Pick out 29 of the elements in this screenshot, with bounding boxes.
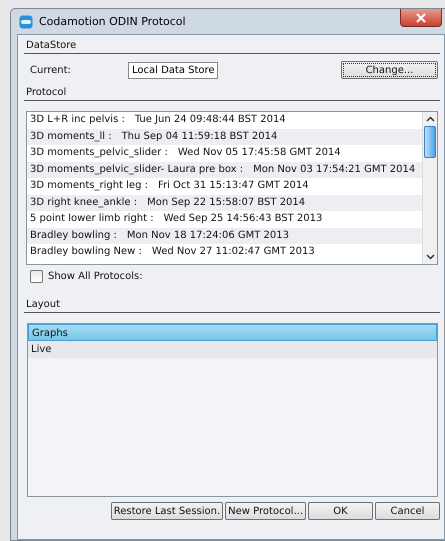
checkbox-label: Show All Protocols: bbox=[48, 271, 143, 282]
layout-item[interactable]: Live bbox=[28, 341, 437, 358]
protocol-row[interactable]: Bradley bowling New : Wed Nov 27 11:02:47 GMT 2013 bbox=[27, 244, 422, 260]
protocol-row[interactable]: 3D right knee_ankle : Mon Sep 22 15:58:07 BST 2014 bbox=[27, 194, 422, 211]
restore-session-button[interactable]: Restore Last Session. bbox=[110, 502, 224, 520]
section-heading: DataStore bbox=[24, 37, 440, 54]
field-label: Current: bbox=[30, 64, 72, 76]
change-button[interactable]: Change... bbox=[341, 61, 438, 79]
ok-button[interactable]: OK bbox=[308, 502, 373, 520]
protocol-row[interactable]: 3D moments_pelvic_slider : Wed Nov 05 17:45:58 GMT 2014 bbox=[27, 145, 422, 162]
protocol-row[interactable]: Bradley bowling : Mon Nov 18 17:24:06 GMT 2013 bbox=[27, 228, 422, 244]
protocol-row[interactable]: 5 point lower limb right : Wed Sep 25 14:56:43 BST 2013 bbox=[27, 211, 422, 228]
checkbox[interactable] bbox=[30, 270, 43, 283]
app-icon bbox=[19, 14, 33, 28]
window-title: Codamotion ODIN Protocol bbox=[39, 15, 186, 28]
close-button[interactable] bbox=[400, 9, 442, 27]
protocol-row[interactable]: 3D moments_pelvic_slider- Laura pre box : Mon Nov 03 17:54:21 GMT 2014 bbox=[27, 162, 422, 178]
scrollbar[interactable] bbox=[422, 112, 437, 264]
cancel-button[interactable]: Cancel bbox=[375, 502, 440, 520]
section-heading: Protocol bbox=[24, 84, 440, 101]
layout-item[interactable]: Graphs bbox=[28, 324, 437, 341]
protocol-row[interactable]: 3D moments_right leg : Fri Oct 31 15:13:47 GMT 2014 bbox=[27, 178, 422, 194]
protocol-row[interactable]: 3D L+R inc pelvis : Tue Jun 24 09:48:44 BST 2014 bbox=[27, 112, 422, 128]
new-protocol-button[interactable]: New Protocol... bbox=[225, 502, 306, 520]
input-field[interactable]: Local Data Store bbox=[128, 62, 218, 78]
close-icon[interactable] bbox=[416, 12, 426, 22]
section-heading: Layout bbox=[24, 296, 440, 313]
protocol-row[interactable]: 3D moments_ll : Thu Sep 04 11:59:18 BST 2014 bbox=[27, 128, 422, 145]
scrollbar-thumb[interactable] bbox=[424, 126, 436, 158]
